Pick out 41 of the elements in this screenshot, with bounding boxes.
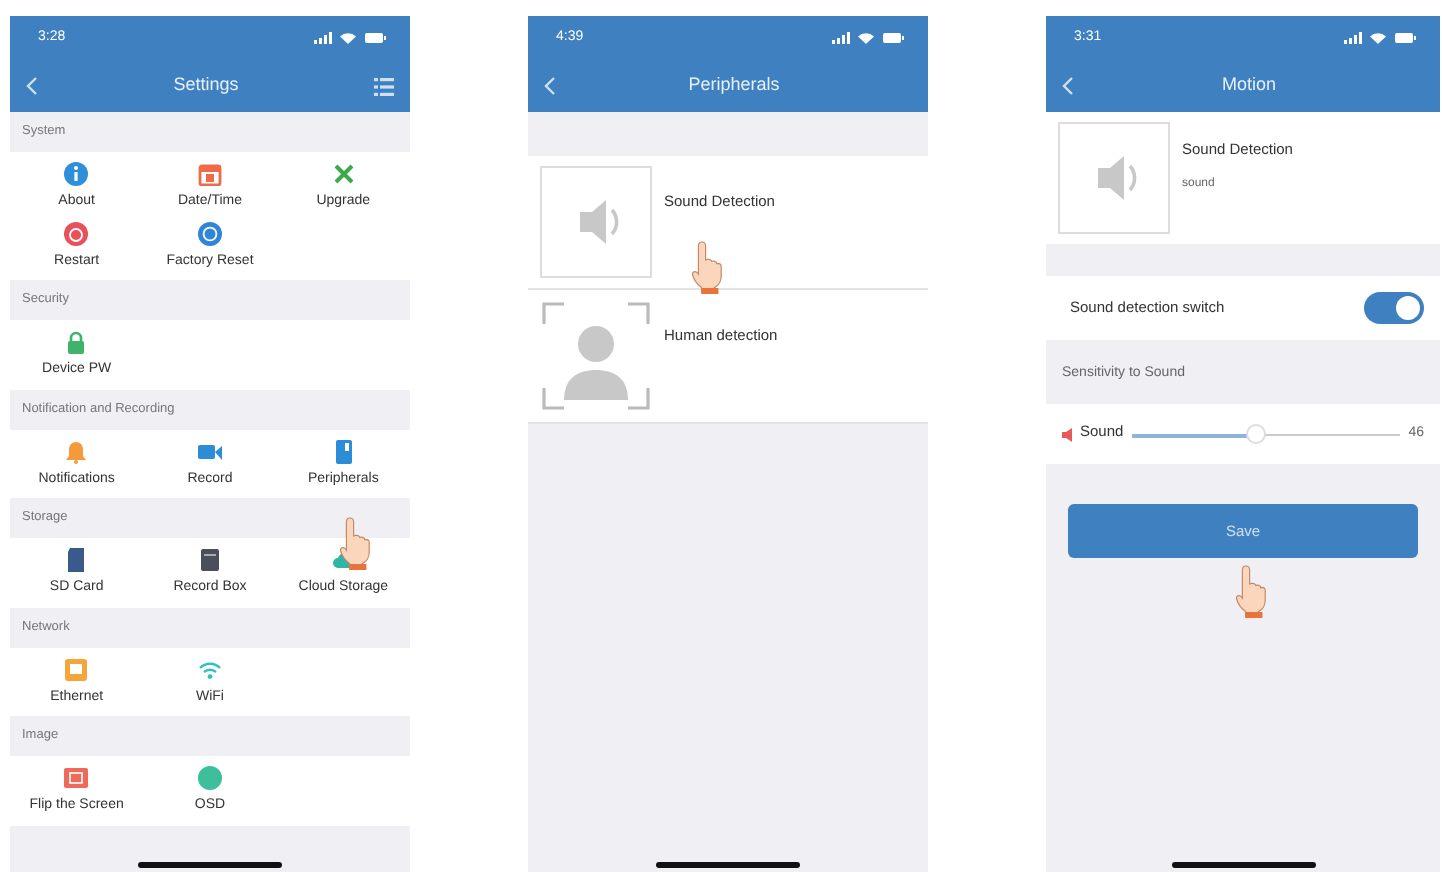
battery-icon (1394, 32, 1416, 44)
signal-icon (1344, 32, 1362, 44)
speaker-icon (1062, 427, 1076, 441)
flip-icon[interactable] (64, 766, 89, 790)
toggle-switch[interactable] (1364, 292, 1424, 324)
osd-icon[interactable] (197, 766, 222, 790)
sd-card-icon[interactable] (64, 548, 89, 572)
info-icon[interactable] (64, 162, 89, 186)
hand-icon (688, 240, 722, 296)
signal-icon (314, 32, 332, 44)
home-indicator (138, 862, 282, 868)
camera-icon[interactable] (197, 439, 222, 463)
battery-icon (882, 32, 904, 44)
wifi-icon (858, 32, 874, 44)
menu-icon[interactable] (374, 77, 394, 95)
screen-title: Peripherals (688, 72, 780, 99)
slider-thumb[interactable] (1245, 424, 1266, 444)
hand-icon (336, 516, 370, 572)
wifi-icon[interactable] (197, 657, 222, 681)
wifi-icon (340, 32, 356, 44)
reset-icon[interactable] (197, 221, 222, 245)
calendar-icon[interactable] (197, 162, 222, 186)
screen-title: Motion (1221, 72, 1276, 99)
power-icon[interactable] (64, 221, 89, 245)
signal-icon (832, 32, 850, 44)
slider-track[interactable] (1131, 424, 1401, 444)
back-icon[interactable] (544, 76, 556, 96)
wifi-icon (1370, 32, 1386, 44)
back-icon[interactable] (1062, 76, 1074, 96)
hand-icon (1232, 564, 1266, 620)
book-icon[interactable] (331, 439, 356, 463)
ethernet-icon[interactable] (64, 657, 89, 681)
bell-icon[interactable] (64, 439, 89, 463)
box-icon[interactable] (197, 548, 222, 572)
home-indicator (656, 862, 800, 868)
battery-icon (364, 32, 386, 44)
person-frame-icon (540, 300, 652, 412)
home-indicator (1171, 862, 1315, 868)
lock-icon[interactable] (64, 330, 89, 354)
back-icon[interactable] (26, 76, 38, 96)
screen-title: Settings (173, 72, 239, 99)
